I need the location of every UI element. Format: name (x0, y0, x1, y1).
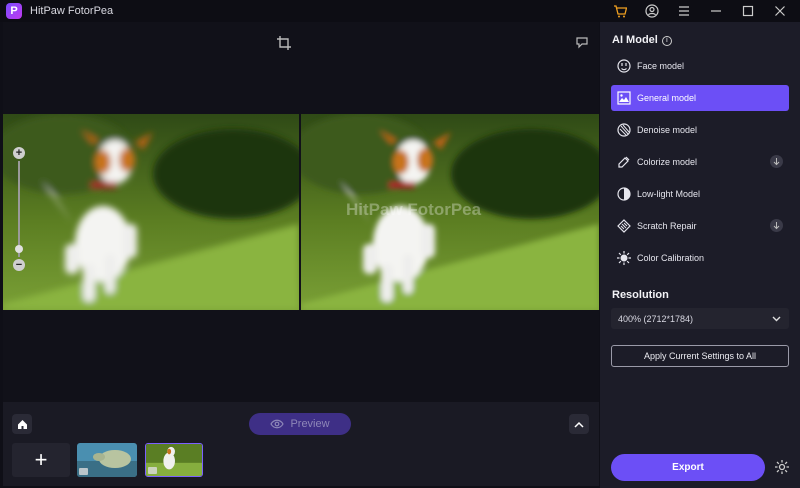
zoom-slider[interactable]: + − (13, 147, 27, 271)
face-icon (617, 59, 631, 73)
thumbnail-dog[interactable] (145, 443, 203, 477)
original-image (3, 114, 299, 310)
model-label: Face model (637, 61, 685, 71)
eye-icon (270, 419, 285, 429)
thumbnail-turtle[interactable] (77, 443, 137, 477)
model-item-color-calibration[interactable]: Color Calibration (611, 245, 789, 271)
close-icon[interactable] (771, 2, 789, 20)
model-item-low-light[interactable]: Low-light Model (611, 181, 789, 207)
model-label: Low-light Model (637, 189, 701, 199)
apply-settings-button[interactable]: Apply Current Settings to All (611, 345, 789, 367)
canvas-area: HitPaw FotorPea + − (3, 22, 599, 402)
maximize-icon[interactable] (739, 2, 757, 20)
cart-icon[interactable] (611, 2, 629, 20)
resolution-value: 400% (2712*1784) (618, 313, 694, 324)
add-image-button[interactable]: + (12, 443, 70, 477)
account-icon[interactable] (643, 2, 661, 20)
model-label: Colorize model (637, 157, 698, 167)
ai-model-heading: AI Model i (612, 34, 672, 46)
feedback-icon[interactable] (575, 35, 591, 51)
image-tag-icon (79, 468, 88, 475)
resolution-heading: Resolution (612, 289, 669, 301)
low-light-icon (617, 187, 631, 201)
colorize-icon (617, 155, 631, 169)
download-icon[interactable] (770, 155, 783, 168)
bottom-strip: Preview + (3, 402, 599, 486)
title-bar: P HitPaw FotorPea (0, 0, 800, 22)
model-item-colorize[interactable]: Colorize model (611, 149, 789, 175)
model-label: General model (637, 93, 697, 103)
image-tag-icon (148, 467, 157, 474)
model-label: Scratch Repair (637, 221, 697, 231)
model-label: Color Calibration (637, 253, 705, 263)
model-label: Denoise model (637, 125, 698, 135)
info-icon[interactable]: i (661, 36, 672, 46)
model-item-general[interactable]: General model (611, 85, 789, 111)
image-icon (617, 91, 631, 105)
zoom-thumb[interactable] (15, 245, 23, 253)
app-logo: P (6, 3, 22, 19)
calibration-icon (617, 251, 631, 265)
minimize-icon[interactable] (707, 2, 725, 20)
chevron-up-icon (574, 421, 584, 428)
scratch-icon (617, 219, 631, 233)
ai-model-heading-text: AI Model (612, 34, 658, 46)
crop-icon[interactable] (276, 35, 292, 51)
enhanced-image: HitPaw FotorPea (301, 114, 599, 310)
app-logo-letter: P (10, 5, 18, 17)
preview-label: Preview (290, 418, 330, 430)
resolution-select[interactable]: 400% (2712*1784) (611, 308, 789, 329)
settings-panel: AI Model i Face model General model Denoi… (600, 22, 800, 488)
app-title: HitPaw FotorPea (30, 5, 114, 17)
denoise-icon (617, 123, 631, 137)
download-icon[interactable] (770, 219, 783, 232)
watermark-text: HitPaw FotorPea (346, 200, 482, 219)
export-button[interactable]: Export (611, 454, 765, 481)
preview-button[interactable]: Preview (249, 413, 351, 435)
menu-icon[interactable] (675, 2, 693, 20)
zoom-out-button[interactable]: − (13, 259, 25, 271)
home-button[interactable] (12, 414, 32, 434)
zoom-track[interactable] (18, 161, 20, 257)
model-item-face[interactable]: Face model (611, 53, 789, 79)
model-item-denoise[interactable]: Denoise model (611, 117, 789, 143)
model-item-scratch-repair[interactable]: Scratch Repair (611, 213, 789, 239)
zoom-in-button[interactable]: + (13, 147, 25, 159)
gear-icon[interactable] (772, 457, 792, 477)
chevron-down-icon (772, 314, 781, 324)
collapse-button[interactable] (569, 414, 589, 434)
home-icon (17, 419, 27, 429)
